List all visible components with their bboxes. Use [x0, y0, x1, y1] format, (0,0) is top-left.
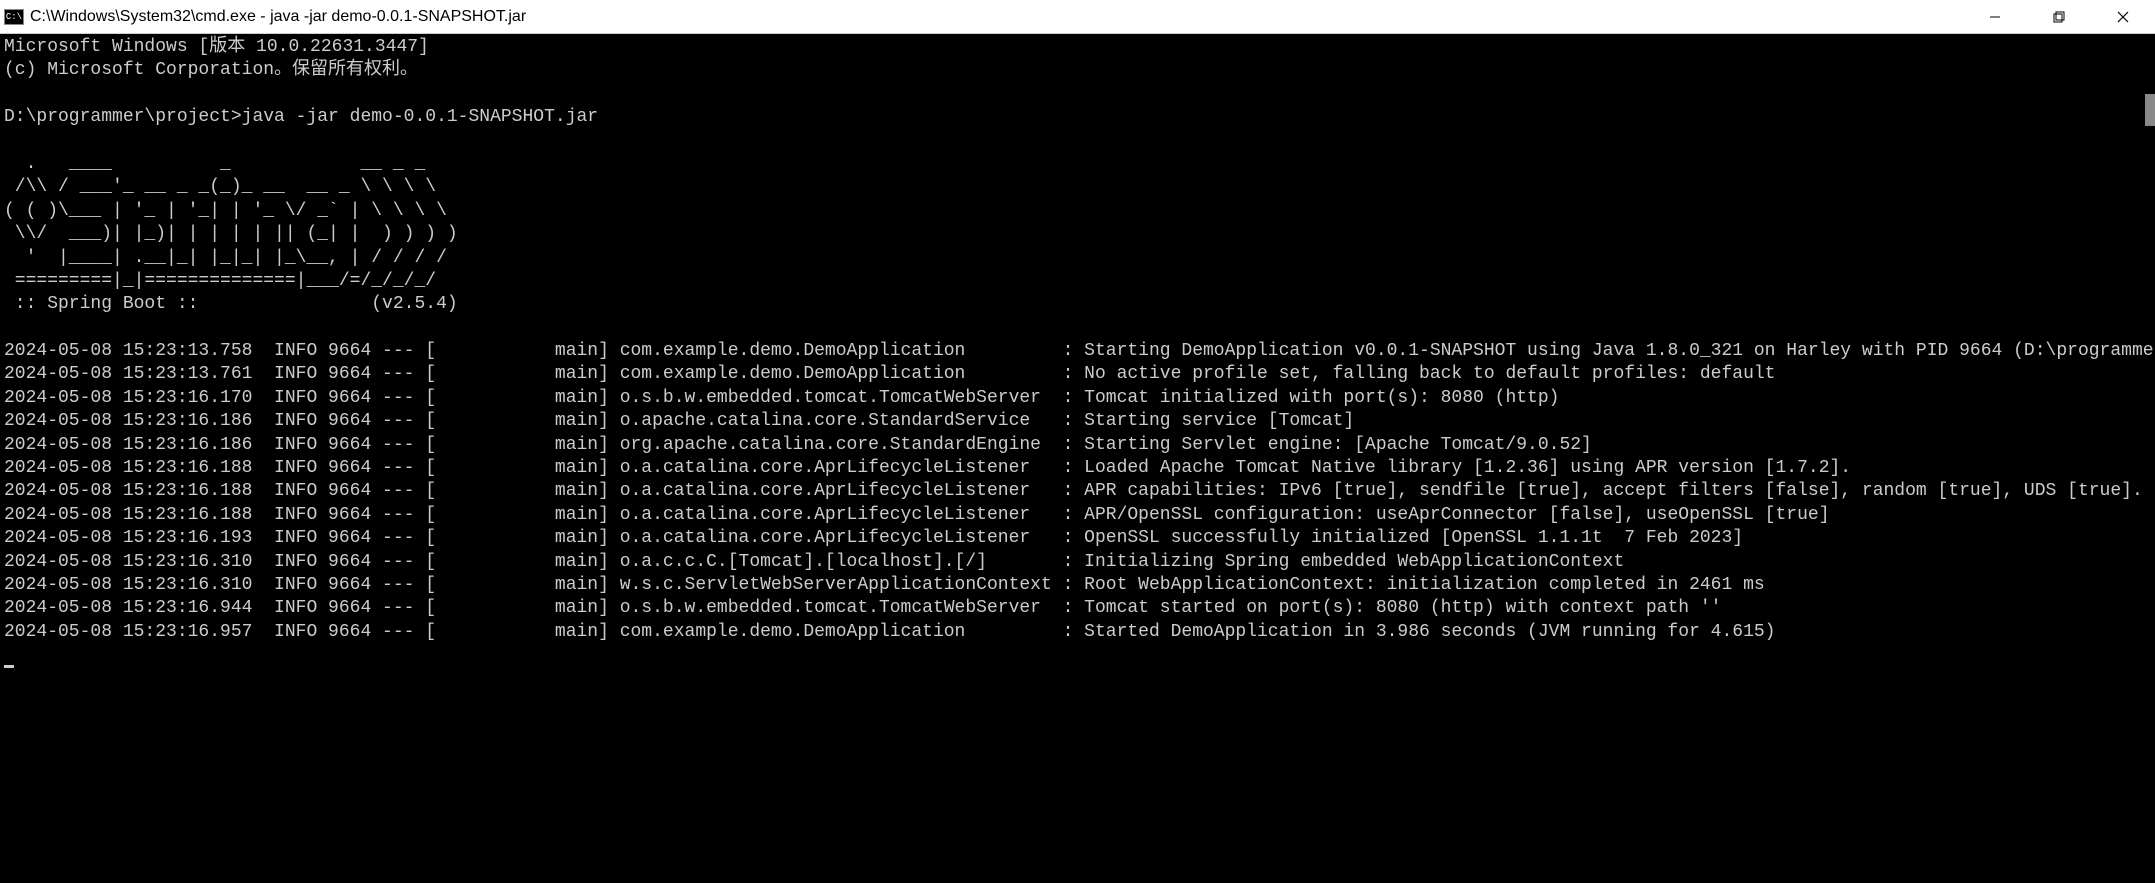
spring-boot-version: :: Spring Boot :: (v2.5.4): [4, 294, 458, 314]
window-title-bar: C:\ C:\Windows\System32\cmd.exe - java -…: [0, 0, 2155, 34]
os-header-1: Microsoft Windows [版本 10.0.22631.3447]: [4, 37, 429, 57]
terminal-output[interactable]: Microsoft Windows [版本 10.0.22631.3447] (…: [0, 34, 2155, 883]
window-controls: [1963, 0, 2155, 33]
log-lines: 2024-05-08 15:23:13.758 INFO 9664 --- [ …: [4, 341, 2155, 642]
minimize-button[interactable]: [1963, 0, 2027, 33]
cmd-icon: C:\: [4, 9, 24, 25]
spring-ascii-banner: . ____ _ __ _ _ /\\ / ___'_ __ _ _(_)_ _…: [4, 154, 458, 291]
cursor: [4, 665, 14, 668]
title-left: C:\ C:\Windows\System32\cmd.exe - java -…: [0, 8, 526, 26]
os-header-2: (c) Microsoft Corporation。保留所有权利。: [4, 60, 418, 80]
close-button[interactable]: [2091, 0, 2155, 33]
window-title: C:\Windows\System32\cmd.exe - java -jar …: [30, 8, 526, 26]
command-prompt: D:\programmer\project>java -jar demo-0.0…: [4, 107, 598, 127]
scrollbar-thumb[interactable]: [2145, 94, 2155, 126]
maximize-button[interactable]: [2027, 0, 2091, 33]
